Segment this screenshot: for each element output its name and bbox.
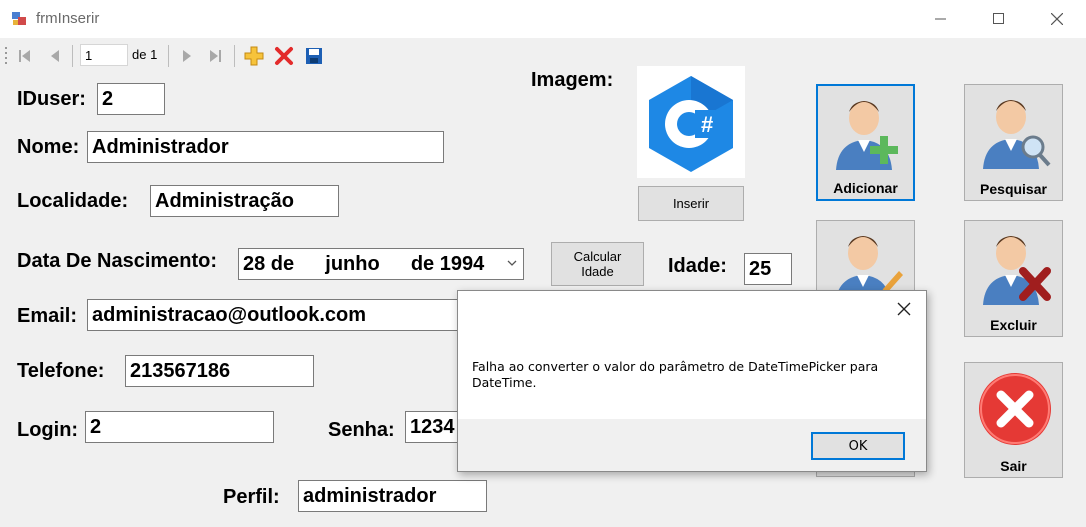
delete-button[interactable] — [272, 44, 296, 68]
move-next-button[interactable] — [176, 45, 198, 67]
nome-label: Nome: — [17, 136, 80, 158]
close-icon — [1051, 13, 1063, 25]
excluir-label: Excluir — [990, 317, 1037, 333]
move-next-icon — [183, 50, 191, 62]
close-icon — [897, 302, 911, 316]
nascimento-datepicker[interactable]: 28 de junho de 1994 — [238, 248, 524, 280]
excluir-button[interactable]: Excluir — [964, 220, 1063, 337]
pesquisar-label: Pesquisar — [980, 181, 1047, 197]
maximize-button[interactable] — [970, 0, 1028, 38]
calcular-label-line2: Idade — [581, 264, 614, 279]
calcular-label-line1: Calcular — [573, 249, 622, 264]
imagem-label: Imagem: — [531, 69, 614, 91]
dialog-message: Falha ao converter o valor do parâmetro … — [472, 359, 879, 390]
move-previous-button[interactable] — [44, 45, 66, 67]
save-button[interactable] — [302, 44, 326, 68]
minimize-button[interactable] — [912, 0, 970, 38]
email-label: Email: — [17, 305, 78, 327]
binding-navigator — [0, 38, 1086, 72]
perfil-field[interactable]: administrador — [298, 480, 487, 512]
ok-button[interactable]: OK — [811, 432, 905, 460]
sair-label: Sair — [1000, 458, 1027, 474]
adicionar-button[interactable]: Adicionar — [816, 84, 915, 201]
move-previous-icon — [51, 50, 59, 62]
app-icon — [12, 12, 26, 25]
svg-text:#: # — [701, 112, 713, 137]
grip-icon — [5, 47, 7, 64]
user-image: # — [637, 66, 745, 178]
localidade-label: Localidade: — [17, 190, 129, 212]
close-window-button[interactable] — [1028, 0, 1086, 38]
telefone-label: Telefone: — [17, 360, 105, 382]
nascimento-day: 28 de — [243, 253, 295, 275]
title-bar: frmInserir — [0, 0, 1086, 38]
adicionar-label: Adicionar — [833, 180, 898, 196]
nascimento-label: Data De Nascimento: — [17, 250, 218, 272]
delete-x-icon — [275, 47, 293, 65]
iduser-field[interactable]: 2 — [97, 83, 165, 115]
nascimento-month: junho — [325, 253, 380, 275]
move-first-icon — [19, 50, 30, 62]
maximize-icon — [993, 13, 1004, 24]
calcular-idade-button[interactable]: Calcular Idade — [551, 242, 644, 286]
toolbar-separator — [234, 45, 235, 67]
dialog-close-button[interactable] — [894, 299, 914, 319]
senha-label: Senha: — [328, 419, 395, 441]
exit-icon — [979, 373, 1051, 445]
position-input[interactable]: 1 — [80, 44, 128, 66]
pesquisar-button[interactable]: Pesquisar — [964, 84, 1063, 201]
csharp-logo-icon: # — [649, 76, 733, 172]
move-first-button[interactable] — [14, 45, 36, 67]
login-field[interactable]: 2 — [85, 411, 274, 443]
login-label: Login: — [17, 419, 79, 441]
window-title: frmInserir — [36, 10, 100, 27]
add-new-button[interactable] — [242, 44, 266, 68]
user-search-icon — [983, 100, 1051, 169]
save-icon — [306, 48, 322, 64]
toolbar-separator — [72, 45, 73, 67]
sair-button[interactable]: Sair — [964, 362, 1063, 478]
idade-field[interactable]: 25 — [744, 253, 792, 285]
localidade-field[interactable]: Administração — [150, 185, 339, 217]
telefone-field[interactable]: 213567186 — [125, 355, 314, 387]
idade-label: Idade: — [668, 255, 727, 277]
move-last-button[interactable] — [204, 45, 226, 67]
toolbar-separator — [168, 45, 169, 67]
error-dialog: Falha ao converter o valor do parâmetro … — [457, 290, 927, 472]
email-field[interactable]: administracao@outlook.com — [87, 299, 467, 331]
nascimento-year: de 1994 — [410, 253, 485, 275]
nome-field[interactable]: Administrador — [87, 131, 444, 163]
user-delete-icon — [983, 236, 1051, 305]
chevron-down-icon — [507, 260, 517, 266]
iduser-label: IDuser: — [17, 88, 86, 110]
minimize-icon — [935, 18, 946, 20]
move-last-icon — [210, 50, 221, 62]
inserir-button[interactable]: Inserir — [638, 186, 744, 221]
count-label: de 1 — [132, 47, 158, 62]
perfil-label: Perfil: — [223, 486, 280, 508]
plus-icon — [244, 46, 264, 66]
user-add-icon — [836, 101, 898, 170]
